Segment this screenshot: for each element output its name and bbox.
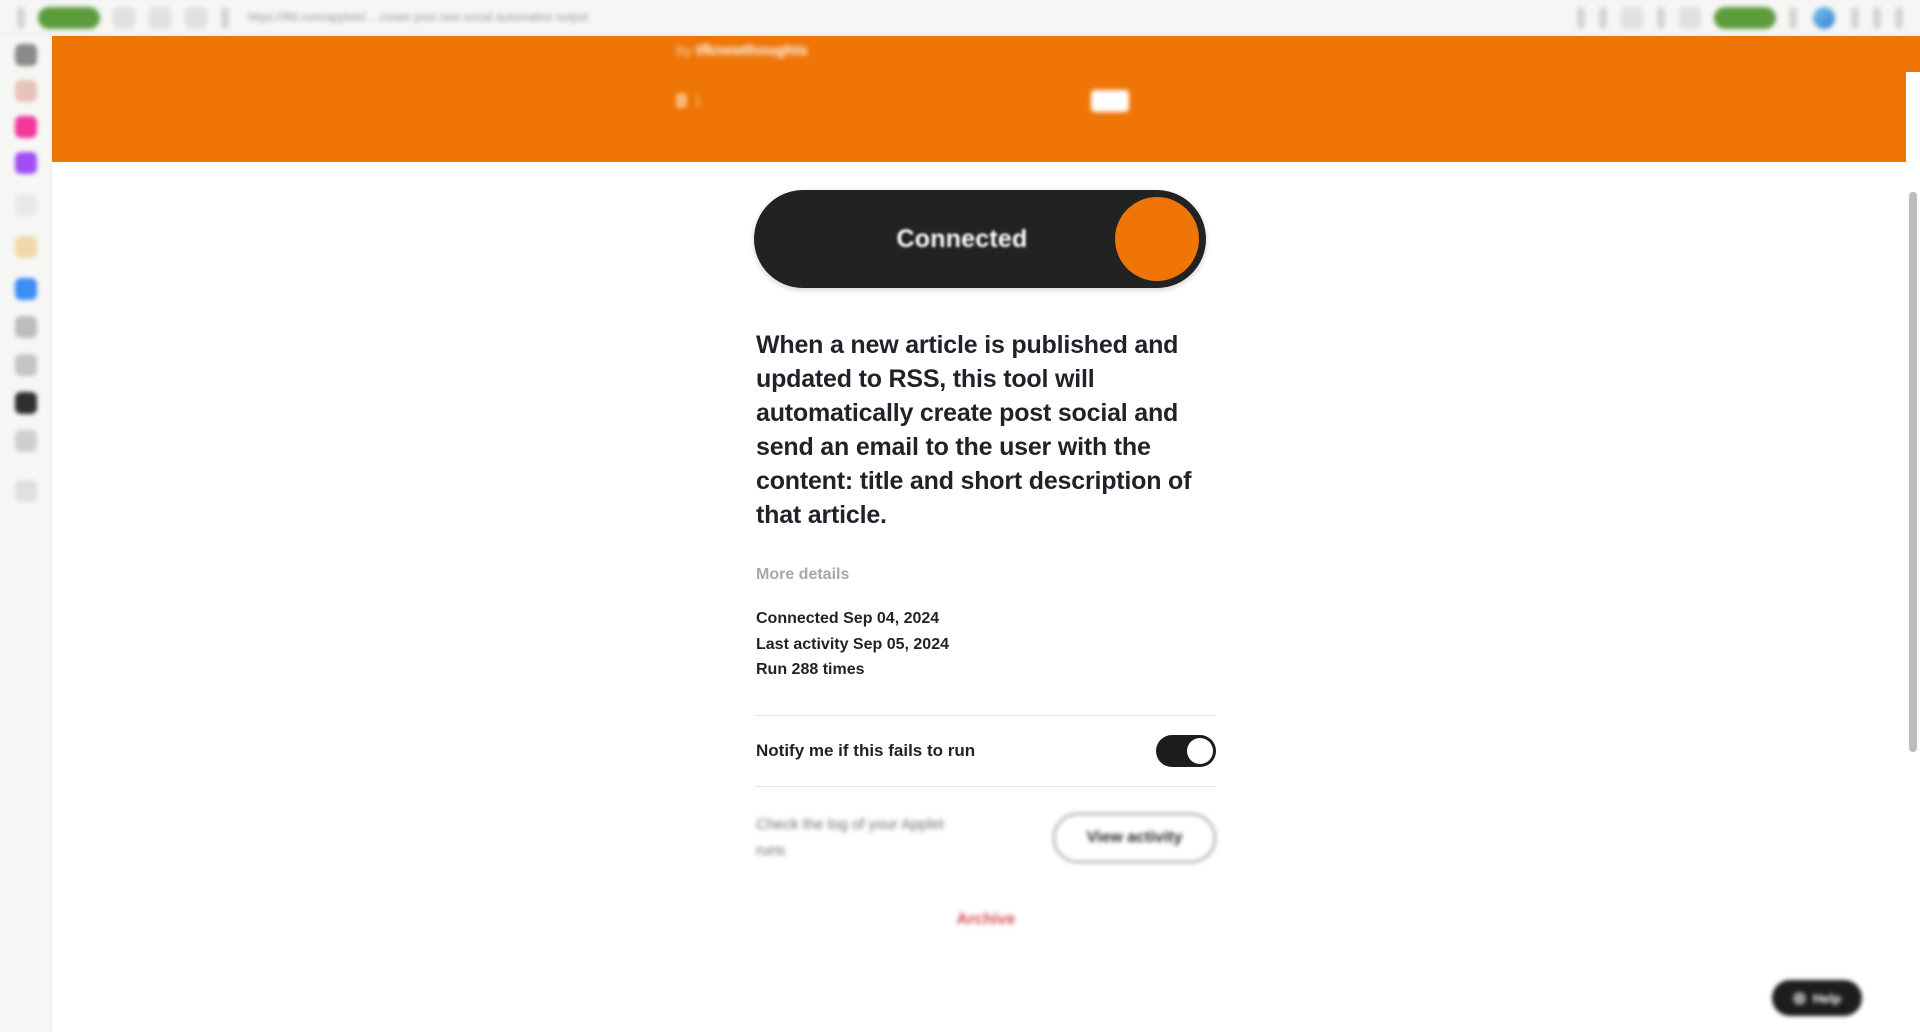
rail-icon-add[interactable] bbox=[14, 480, 37, 502]
applet-hero-banner: by tfknewthoughts 1 bbox=[52, 36, 1920, 162]
page-scrollbar-thumb[interactable] bbox=[1909, 192, 1917, 752]
applet-description: When a new article is published and upda… bbox=[756, 331, 1192, 529]
applet-author-name: tfknewthoughts bbox=[696, 42, 808, 59]
chat-bubble-icon bbox=[1792, 991, 1806, 1005]
rail-icon-telegram[interactable] bbox=[14, 278, 37, 300]
rail-icon-messenger[interactable] bbox=[14, 116, 37, 138]
applet-meta-list: Connected Sep 04, 2024 Last activity Sep… bbox=[756, 606, 1216, 683]
rail-icon-archive[interactable] bbox=[14, 354, 37, 376]
page-viewport: by tfknewthoughts 1 Connected When a new… bbox=[52, 36, 1920, 1032]
archive-button[interactable]: Archive bbox=[957, 911, 1016, 929]
extension-badge-icon[interactable] bbox=[38, 6, 100, 29]
back-icon[interactable] bbox=[113, 6, 135, 29]
reader-icon[interactable] bbox=[1599, 6, 1607, 29]
archive-row: Archive bbox=[756, 911, 1216, 929]
sidebar-toggle-icon[interactable] bbox=[17, 6, 25, 29]
applet-card: Connected When a new article is publishe… bbox=[754, 162, 1216, 929]
activity-hint: Check the log of your Applet runs bbox=[756, 815, 944, 859]
rail-icon-notes[interactable] bbox=[14, 194, 37, 216]
copy-icon[interactable] bbox=[1679, 6, 1701, 29]
translate-icon[interactable] bbox=[1789, 6, 1797, 29]
service-logo-badge bbox=[1091, 90, 1129, 112]
refresh-icon[interactable] bbox=[185, 6, 207, 29]
notify-failure-row: Notify me if this fails to run bbox=[756, 716, 1216, 786]
view-activity-button[interactable]: View activity bbox=[1053, 812, 1216, 863]
applet-author[interactable]: by tfknewthoughts bbox=[676, 42, 808, 59]
home-icon[interactable] bbox=[221, 6, 229, 29]
minimize-icon[interactable] bbox=[1851, 6, 1859, 29]
maximize-icon[interactable] bbox=[1873, 6, 1881, 29]
notify-failure-label: Notify me if this fails to run bbox=[756, 740, 976, 760]
rail-icon-apps[interactable] bbox=[14, 44, 37, 66]
rail-icon-dark-app[interactable] bbox=[14, 392, 37, 414]
bookmark-star-icon[interactable] bbox=[1577, 6, 1585, 29]
help-widget[interactable]: Help bbox=[1772, 980, 1862, 1016]
app-sidebar-rail bbox=[0, 36, 52, 1032]
applet-meta-run-count: Run 288 times bbox=[756, 661, 865, 678]
notify-failure-toggle-knob bbox=[1187, 737, 1213, 764]
person-icon bbox=[676, 92, 687, 108]
rail-icon-calendar[interactable] bbox=[14, 152, 37, 174]
account-status-pill[interactable] bbox=[1714, 6, 1776, 29]
help-widget-label: Help bbox=[1812, 990, 1842, 1006]
activity-row: Check the log of your Applet runs View a… bbox=[756, 787, 1216, 883]
notify-failure-toggle[interactable] bbox=[1156, 734, 1216, 767]
extensions-puzzle-icon[interactable] bbox=[1621, 6, 1643, 29]
browser-toolbar: https://ifttt.com/applets/... create pos… bbox=[0, 0, 1920, 36]
rail-icon-settings[interactable] bbox=[14, 430, 37, 452]
close-icon[interactable] bbox=[1895, 6, 1903, 29]
applet-connection-toggle-label: Connected bbox=[896, 224, 1028, 253]
applet-author-prefix: by bbox=[676, 42, 692, 59]
rail-icon-drive[interactable] bbox=[14, 236, 37, 258]
applet-users-count: 1 bbox=[694, 92, 702, 108]
applet-connection-toggle-knob[interactable] bbox=[1115, 197, 1199, 281]
applet-users-stat: 1 bbox=[676, 92, 702, 108]
avatar[interactable] bbox=[1813, 6, 1835, 29]
rail-icon-mail[interactable] bbox=[14, 80, 37, 102]
address-bar-url: https://ifttt.com/applets/... create pos… bbox=[248, 11, 589, 24]
rail-icon-tasks[interactable] bbox=[14, 316, 37, 338]
applet-connection-toggle[interactable]: Connected bbox=[754, 190, 1206, 288]
more-details-heading: More details bbox=[756, 566, 850, 583]
address-bar[interactable]: https://ifttt.com/applets/... create pos… bbox=[248, 7, 1558, 29]
applet-meta-last-activity: Last activity Sep 05, 2024 bbox=[756, 635, 949, 653]
applet-meta-connected: Connected Sep 04, 2024 bbox=[756, 610, 940, 627]
downloads-icon[interactable] bbox=[1657, 6, 1665, 29]
forward-icon[interactable] bbox=[149, 6, 171, 29]
